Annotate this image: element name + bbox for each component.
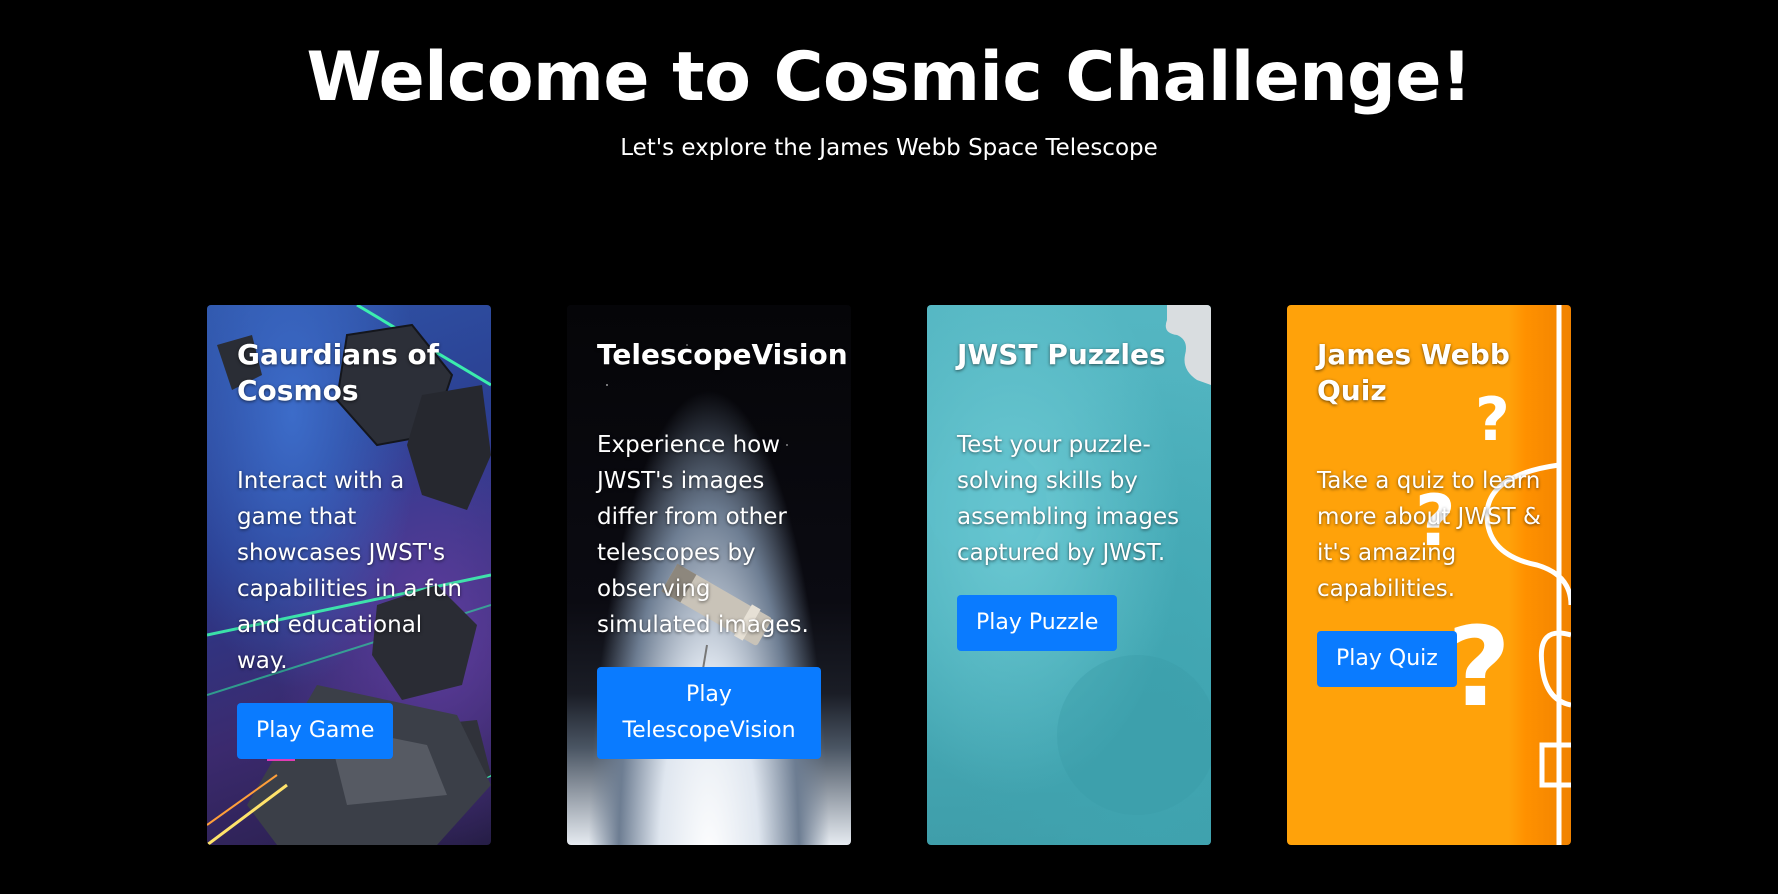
- card-description: Interact with a game that showcases JWST…: [237, 468, 462, 674]
- card-description: Experience how JWST's images differ from…: [597, 432, 809, 638]
- page-title: Welcome to Cosmic Challenge!: [306, 38, 1472, 117]
- card-title: JWST Puzzles: [957, 338, 1166, 371]
- card-title: James Webb Quiz: [1317, 338, 1510, 407]
- play-puzzle-button[interactable]: Play Puzzle: [957, 595, 1118, 651]
- card-game: Gaurdians of Cosmos Interact with a game…: [207, 305, 491, 845]
- page-subtitle: Let's explore the James Webb Space Teles…: [620, 135, 1158, 161]
- card-title: Gaurdians of Cosmos: [237, 338, 439, 407]
- card-title: TelescopeVision: [597, 338, 848, 371]
- card-description: Take a quiz to learn more about JWST & i…: [1317, 468, 1541, 602]
- card-quiz: ? ? ? James Webb Quiz Take a quiz to lea…: [1287, 305, 1571, 845]
- card-description: Test your puzzle-solving skills by assem…: [957, 432, 1180, 566]
- card-game-content: Gaurdians of Cosmos Interact with a game…: [237, 337, 471, 759]
- card-quiz-content: James Webb Quiz Take a quiz to learn mor…: [1317, 337, 1551, 687]
- card-telescopevision: TelescopeVision Experience how JWST's im…: [567, 305, 851, 845]
- card-puzzles-content: JWST Puzzles Test your puzzle-solving sk…: [957, 337, 1191, 651]
- play-telescopevision-button[interactable]: Play TelescopeVision: [597, 667, 821, 759]
- play-game-button[interactable]: Play Game: [237, 703, 394, 759]
- card-telescopevision-content: TelescopeVision Experience how JWST's im…: [597, 337, 848, 759]
- page-header: Welcome to Cosmic Challenge! Let's explo…: [0, 0, 1778, 162]
- play-quiz-button[interactable]: Play Quiz: [1317, 631, 1457, 687]
- card-puzzles: JWST Puzzles Test your puzzle-solving sk…: [927, 305, 1211, 845]
